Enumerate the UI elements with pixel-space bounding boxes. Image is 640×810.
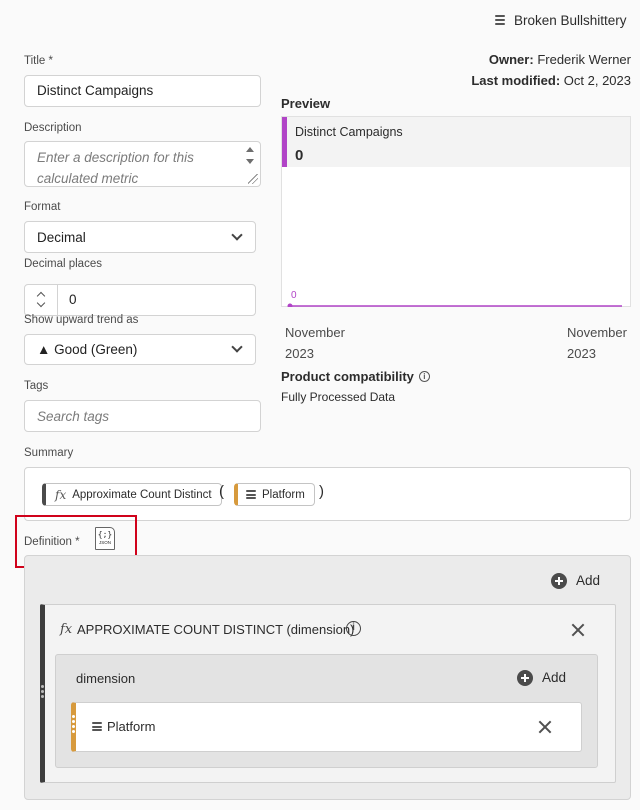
remove-function-icon[interactable] [571,623,585,637]
resize-handle-icon[interactable] [248,174,258,184]
dimension-component[interactable]: Platform [71,702,582,752]
modified-date: Oct 2, 2023 [563,73,631,88]
description-textarea[interactable]: Enter a description for this calculated … [24,141,261,187]
parameter-label: dimension [76,671,136,686]
decimal-places-label: Decimal places [24,258,102,270]
close-paren: ) [319,483,324,500]
add-icon [517,670,533,686]
summary-label: Summary [24,447,74,459]
x-axis-end-label: November 2023 [567,325,627,361]
upward-trend-label: Show upward trend as [24,314,139,326]
chart-zero-label: 0 [291,290,297,301]
preview-chart-panel: Distinct Campaigns 0 0 [281,116,631,307]
upward-trend-dropdown[interactable]: ▲ Good (Green) [24,334,256,365]
preview-heading: Preview [281,96,331,111]
format-dropdown[interactable]: Decimal [24,221,256,253]
tags-label: Tags [24,380,49,392]
summary-function-chip[interactable]: fx Approximate Count Distinct [42,483,222,506]
dimension-name: Platform [107,719,156,734]
owner-line: Owner: Frederik Werner [489,52,631,67]
function-fx-icon: fx [55,487,67,502]
owner-name: Frederik Werner [537,52,631,67]
definition-add-button[interactable]: Add [551,572,611,590]
database-icon [495,14,505,26]
x-axis-start-label: November 2023 [285,325,345,361]
dimension-icon [92,722,102,731]
workspace-name: Broken Bullshittery [514,12,627,28]
data-point [287,303,293,307]
parameter-container: dimension Add Platform [55,654,598,768]
chevron-down-icon [231,229,243,241]
stepper-buttons [25,285,58,315]
definition-canvas: Add fx APPROXIMATE COUNT DISTINCT (dimen… [24,555,631,800]
description-label: Description [24,122,82,134]
decimal-places-value: 0 [69,292,77,307]
chevron-down-icon [231,341,243,353]
scroll-up-arrow[interactable] [246,147,254,152]
dimension-icon [246,490,256,499]
tags-search-input[interactable]: Search tags [24,400,261,432]
function-fx-icon: fx [60,622,73,637]
owner-label: Owner: [488,52,534,67]
function-title: APPROXIMATE COUNT DISTINCT (dimension) [77,622,355,637]
preview-metric-name: Distinct Campaigns [295,125,403,139]
remove-dimension-icon[interactable] [538,720,552,734]
decimal-places-stepper[interactable]: 0 [24,284,256,316]
function-drag-handle[interactable] [41,685,44,700]
add-icon [551,573,567,589]
title-input[interactable]: Distinct Campaigns [24,75,261,107]
summary-box: fx Approximate Count Distinct ( Platform… [24,467,631,521]
function-container: fx APPROXIMATE COUNT DISTINCT (dimension… [40,604,616,783]
required-mark: * [48,55,53,67]
dimension-drag-handle[interactable] [72,715,75,735]
stepper-down-icon[interactable] [36,298,46,308]
parameter-add-button[interactable]: Add [517,670,577,688]
info-icon[interactable]: i [418,371,430,382]
modified-line: Last modified: Oct 2, 2023 [471,73,631,88]
scroll-down-arrow[interactable] [246,159,254,164]
preview-header: Distinct Campaigns 0 [282,117,630,167]
open-paren: ( [219,483,224,500]
product-compatibility-value: Fully Processed Data [281,390,396,404]
summary-dimension-chip[interactable]: Platform [234,483,315,506]
series-color-bar [282,117,287,167]
title-label: Title * [24,55,53,67]
workspace-switcher[interactable]: Broken Bullshittery [495,11,627,29]
modified-label: Last modified: [471,73,561,88]
preview-metric-total: 0 [295,147,304,164]
function-info-icon[interactable]: i [346,621,361,636]
format-label: Format [24,201,61,213]
preview-line-chart [287,303,622,307]
product-compatibility-heading: Product compatibility i [281,369,430,384]
